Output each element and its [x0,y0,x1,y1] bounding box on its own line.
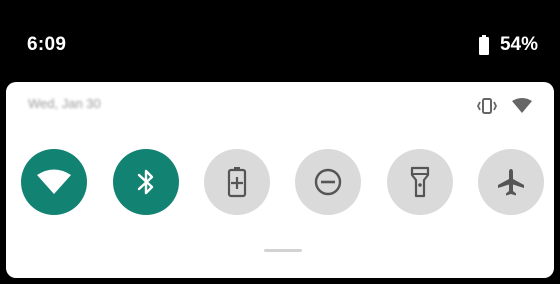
status-right: 54% [478,34,538,56]
wifi-icon [37,169,71,194]
quick-settings-panel: Wed, Jan 30 [6,82,554,278]
header-icons [476,98,532,114]
bluetooth-tile[interactable] [113,149,179,215]
wifi-tile[interactable] [21,149,87,215]
status-time: 6:09 [27,34,67,55]
do-not-disturb-icon [314,168,342,196]
battery-saver-tile[interactable] [204,149,270,215]
drag-handle[interactable] [264,249,302,252]
status-bar: 6:09 54% [0,0,560,82]
battery-icon [478,35,489,55]
date-text: Wed, Jan 30 [28,96,101,111]
battery-percent: 54% [499,34,538,55]
quick-settings-tiles [6,149,554,219]
bluetooth-icon [137,169,154,195]
battery-saver-icon [227,167,247,198]
flashlight-icon [410,166,430,198]
do-not-disturb-tile[interactable] [295,149,361,215]
airplane-mode-tile[interactable] [478,149,544,215]
flashlight-tile[interactable] [387,149,453,215]
airplane-mode-icon [498,169,524,196]
vibrate-icon [476,98,498,114]
wifi-signal-icon [512,98,532,113]
